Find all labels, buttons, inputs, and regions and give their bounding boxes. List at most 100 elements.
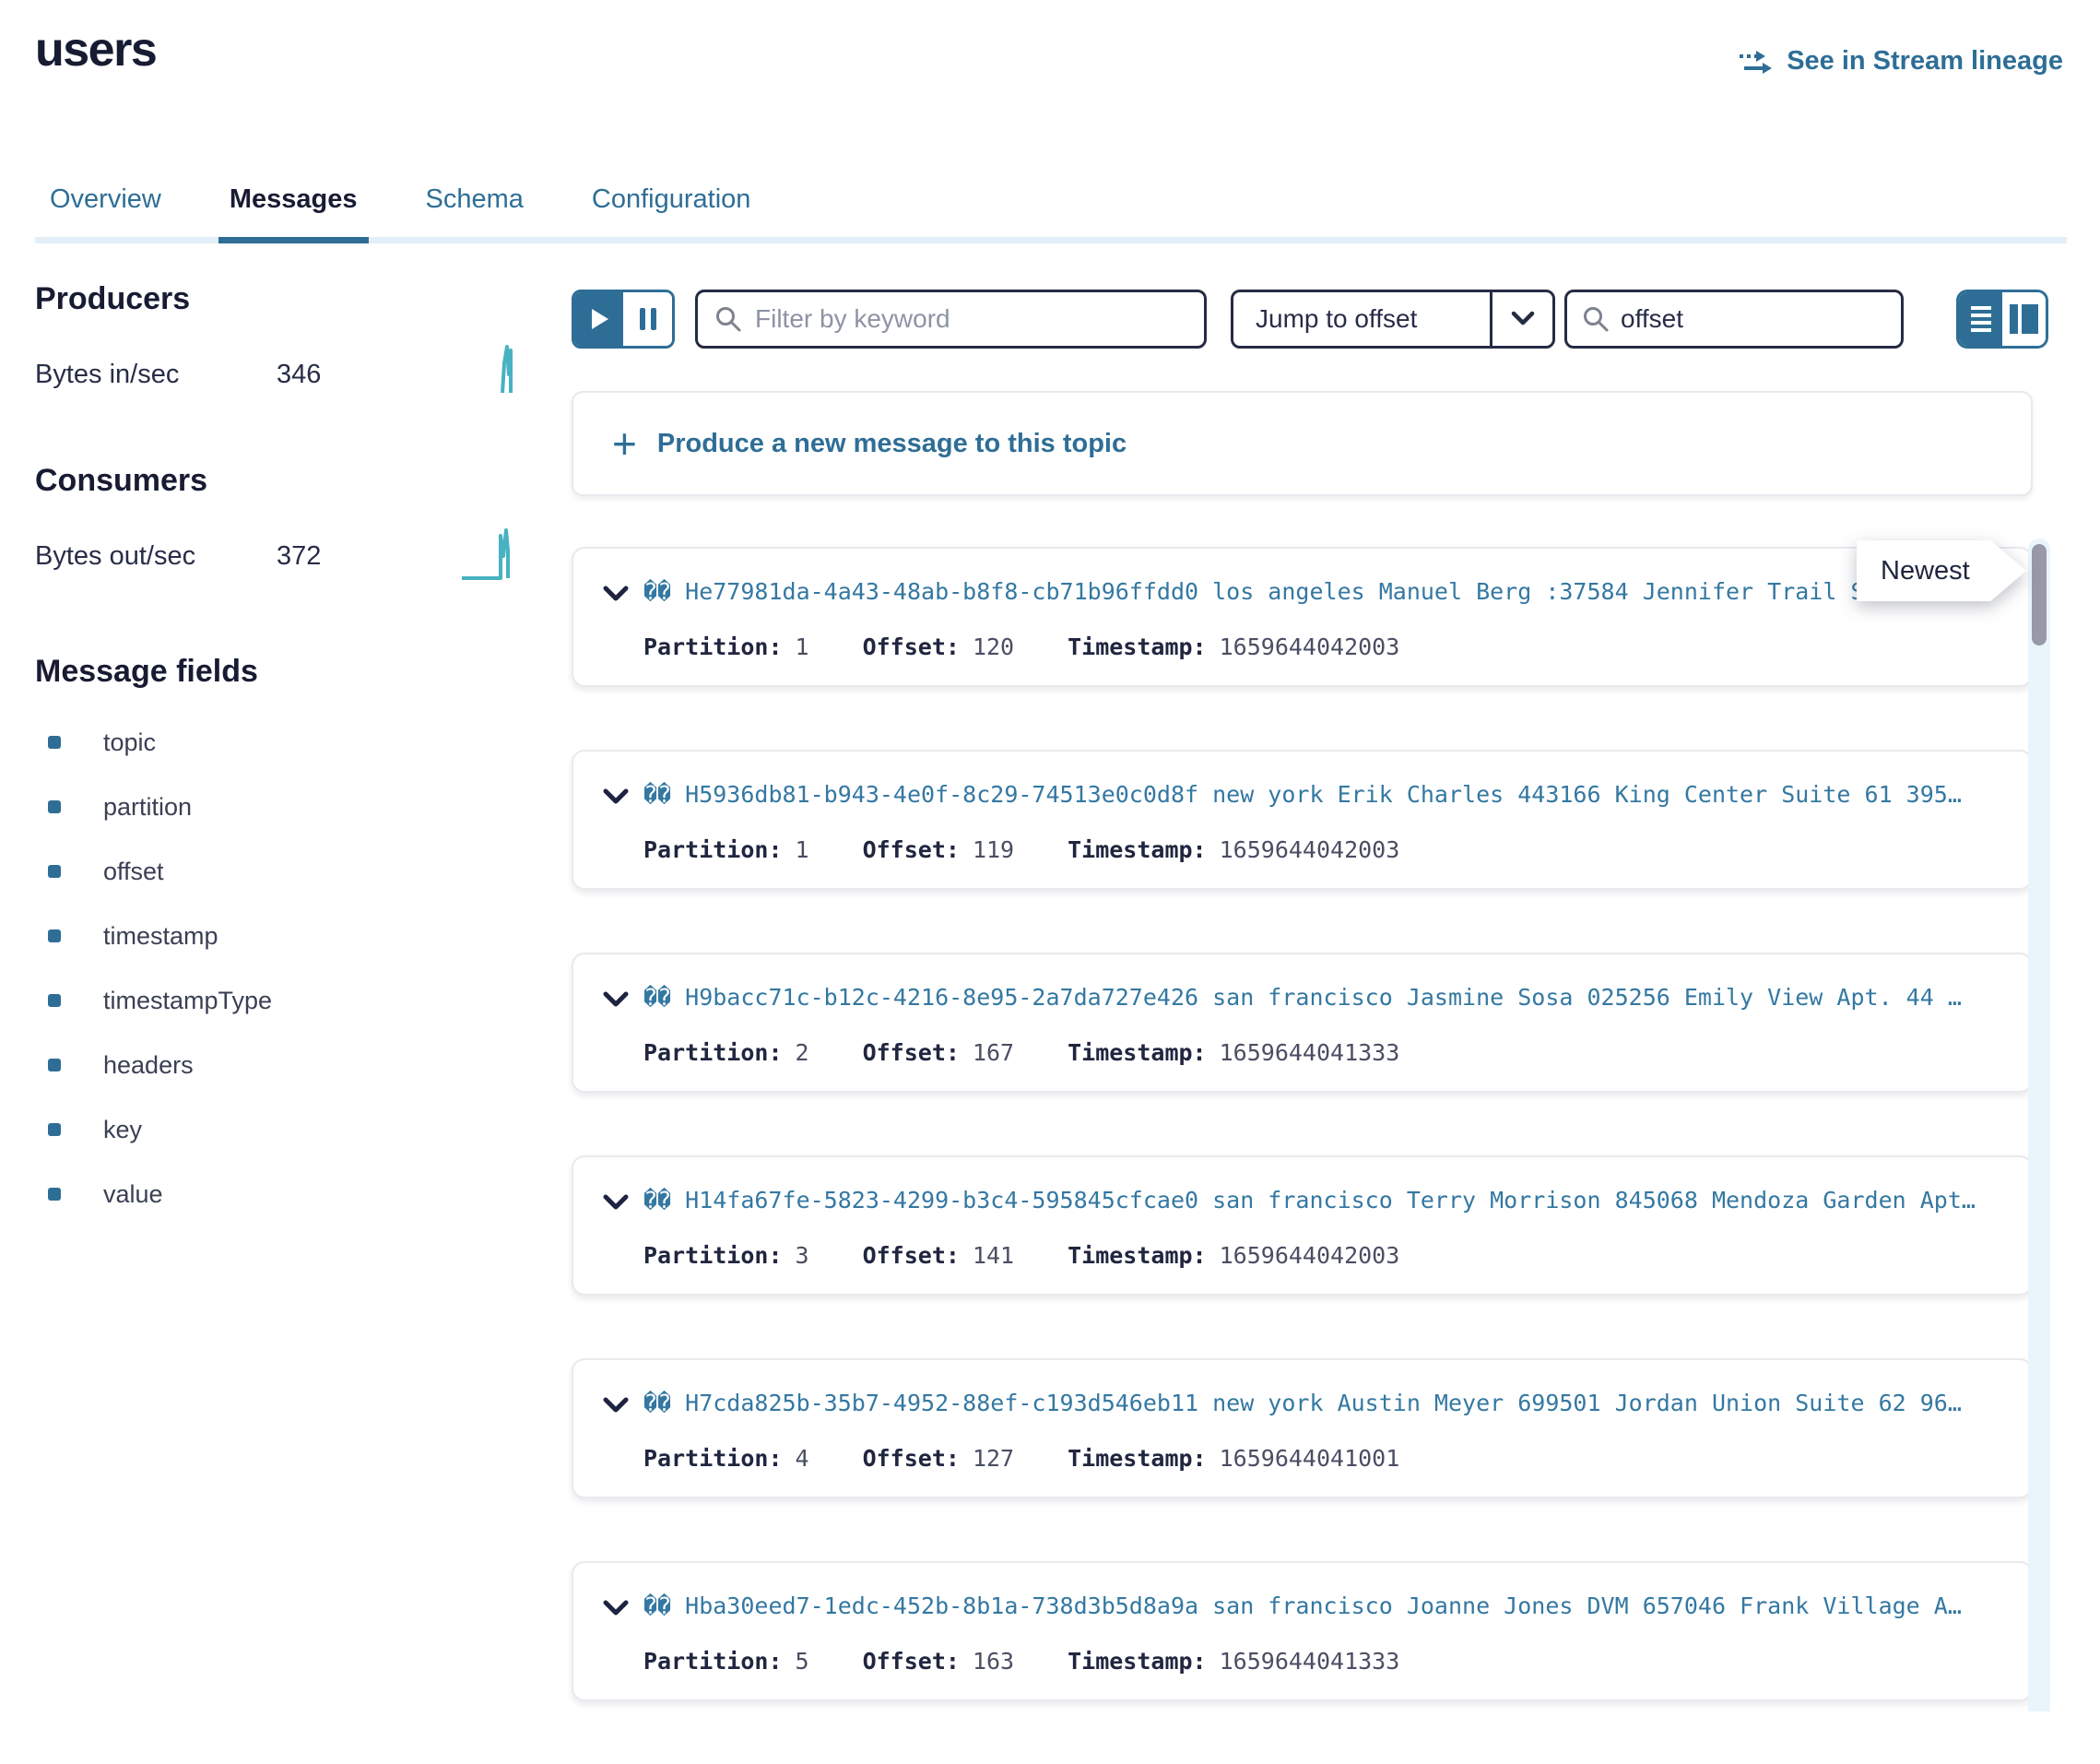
offset-value: 167 bbox=[973, 1039, 1014, 1066]
expand-chevron-icon[interactable] bbox=[603, 1194, 629, 1211]
message-row[interactable]: �� H9bacc71c-b12c-4216-8e95-2a7da727e426… bbox=[572, 953, 2033, 1093]
timestamp-group: Timestamp: 1659644042003 bbox=[1068, 1242, 1399, 1269]
jump-to-offset-select[interactable]: Jump to offset bbox=[1231, 290, 1555, 349]
column-view-button[interactable] bbox=[2002, 292, 2046, 346]
keyword-filter-input[interactable] bbox=[755, 304, 1187, 334]
field-bullet-icon bbox=[48, 736, 61, 749]
partition-label: Partition: bbox=[643, 1242, 783, 1269]
consumers-sparkline-chart bbox=[460, 527, 521, 582]
bytes-in-value: 346 bbox=[277, 360, 321, 390]
plus-icon: + bbox=[612, 425, 637, 462]
field-label: offset bbox=[103, 858, 164, 886]
tab-overview[interactable]: Overview bbox=[50, 184, 161, 215]
message-field-item[interactable]: topic bbox=[35, 710, 521, 775]
play-button[interactable] bbox=[574, 292, 623, 346]
bytes-out-value: 372 bbox=[277, 541, 321, 572]
field-label: topic bbox=[103, 728, 156, 757]
lineage-arrows-icon bbox=[1739, 49, 1774, 75]
message-row[interactable]: �� Hba30eed7-1edc-452b-8b1a-738d3b5d8a9a… bbox=[572, 1561, 2033, 1701]
offset-group: Offset: 167 bbox=[863, 1039, 1015, 1066]
message-field-item[interactable]: partition bbox=[35, 775, 521, 839]
message-row[interactable]: �� He77981da-4a43-48ab-b8f8-cb71b96ffdd0… bbox=[572, 547, 2033, 687]
tab-configuration[interactable]: Configuration bbox=[592, 184, 751, 215]
field-bullet-icon bbox=[48, 1188, 61, 1201]
field-label: timestampType bbox=[103, 987, 272, 1015]
offset-value: 163 bbox=[973, 1648, 1014, 1675]
topic-messages-page: { "page_title": "users", "header": { "li… bbox=[0, 0, 2100, 1711]
expand-chevron-icon[interactable] bbox=[603, 788, 629, 805]
messages-toolbar: Jump to offset bbox=[572, 290, 2048, 349]
expand-chevron-icon[interactable] bbox=[603, 1600, 629, 1616]
offset-group: Offset: 163 bbox=[863, 1648, 1015, 1675]
search-icon bbox=[714, 305, 742, 333]
expand-chevron-icon[interactable] bbox=[603, 1397, 629, 1414]
partition-group: Partition: 4 bbox=[643, 1445, 809, 1472]
message-row[interactable]: �� H14fa67fe-5823-4299-b3c4-595845cfcae0… bbox=[572, 1155, 2033, 1296]
field-bullet-icon bbox=[48, 1059, 61, 1071]
message-field-item[interactable]: offset bbox=[35, 839, 521, 904]
expand-chevron-icon[interactable] bbox=[603, 586, 629, 602]
offset-group: Offset: 141 bbox=[863, 1242, 1015, 1269]
message-list-scrollbar[interactable] bbox=[2028, 539, 2050, 1711]
message-meta: Partition: 2 Offset: 167 Timestamp: 1659… bbox=[643, 1039, 1453, 1066]
message-meta: Partition: 3 Offset: 141 Timestamp: 1659… bbox=[643, 1242, 1453, 1269]
offset-value: 119 bbox=[973, 836, 1014, 863]
timestamp-value: 1659644041001 bbox=[1220, 1445, 1400, 1472]
timestamp-value: 1659644041333 bbox=[1220, 1039, 1400, 1066]
offset-search-input[interactable] bbox=[1621, 304, 1886, 334]
search-icon bbox=[1582, 305, 1610, 333]
partition-value: 4 bbox=[796, 1445, 809, 1472]
partition-group: Partition: 1 bbox=[643, 633, 809, 660]
offset-label: Offset: bbox=[863, 836, 960, 863]
partition-value: 3 bbox=[796, 1242, 809, 1269]
keyword-filter-field bbox=[695, 290, 1207, 349]
produce-message-button[interactable]: + Produce a new message to this topic bbox=[572, 391, 2033, 496]
message-field-item[interactable]: key bbox=[35, 1097, 521, 1162]
page-title: users bbox=[35, 22, 156, 77]
message-fields-list: topic partition offset timestamp timesta… bbox=[35, 710, 521, 1226]
offset-value: 141 bbox=[973, 1242, 1014, 1269]
partition-value: 1 bbox=[796, 633, 809, 660]
offset-group: Offset: 120 bbox=[863, 633, 1015, 660]
offset-value: 127 bbox=[973, 1445, 1014, 1472]
timestamp-group: Timestamp: 1659644041333 bbox=[1068, 1648, 1399, 1675]
stream-lineage-link[interactable]: See in Stream lineage bbox=[1739, 46, 2063, 77]
message-meta: Partition: 4 Offset: 127 Timestamp: 1659… bbox=[643, 1445, 1453, 1472]
offset-search-field bbox=[1564, 290, 1904, 349]
message-field-item[interactable]: timestampType bbox=[35, 968, 521, 1033]
offset-label: Offset: bbox=[863, 1242, 960, 1269]
message-row[interactable]: �� H7cda825b-35b7-4952-88ef-c193d546eb11… bbox=[572, 1358, 2033, 1498]
message-key-preview: �� H9bacc71c-b12c-4216-8e95-2a7da727e426… bbox=[643, 984, 2016, 1011]
message-list: �� He77981da-4a43-48ab-b8f8-cb71b96ffdd0… bbox=[572, 547, 2033, 1764]
tab-messages[interactable]: Messages bbox=[230, 184, 358, 215]
message-field-item[interactable]: headers bbox=[35, 1033, 521, 1097]
message-field-item[interactable]: timestamp bbox=[35, 904, 521, 968]
partition-group: Partition: 1 bbox=[643, 836, 809, 863]
tab-schema[interactable]: Schema bbox=[426, 184, 524, 215]
message-row[interactable]: �� H5936db81-b943-4e0f-8c29-74513e0c0d8f… bbox=[572, 750, 2033, 890]
pause-button[interactable] bbox=[623, 292, 672, 346]
field-bullet-icon bbox=[48, 865, 61, 878]
newest-tooltip: Newest bbox=[1857, 540, 2026, 601]
partition-label: Partition: bbox=[643, 633, 783, 660]
timestamp-value: 1659644042003 bbox=[1220, 633, 1400, 660]
partition-group: Partition: 3 bbox=[643, 1242, 809, 1269]
list-view-button[interactable] bbox=[1959, 292, 2002, 346]
message-field-item[interactable]: value bbox=[35, 1162, 521, 1226]
bytes-out-label: Bytes out/sec bbox=[35, 541, 195, 571]
message-fields-heading: Message fields bbox=[35, 654, 521, 690]
message-meta: Partition: 1 Offset: 120 Timestamp: 1659… bbox=[643, 633, 1453, 660]
expand-chevron-icon[interactable] bbox=[603, 991, 629, 1008]
offset-group: Offset: 127 bbox=[863, 1445, 1015, 1472]
offset-group: Offset: 119 bbox=[863, 836, 1015, 863]
offset-value: 120 bbox=[973, 633, 1014, 660]
message-key-preview: �� H14fa67fe-5823-4299-b3c4-595845cfcae0… bbox=[643, 1187, 2016, 1213]
message-meta: Partition: 5 Offset: 163 Timestamp: 1659… bbox=[643, 1648, 1453, 1675]
play-icon bbox=[592, 309, 608, 329]
partition-value: 2 bbox=[796, 1039, 809, 1066]
offset-label: Offset: bbox=[863, 633, 960, 660]
scrollbar-thumb[interactable] bbox=[2032, 544, 2047, 645]
message-key-preview: �� H5936db81-b943-4e0f-8c29-74513e0c0d8f… bbox=[643, 781, 2016, 808]
column-view-icon bbox=[2010, 304, 2018, 334]
offset-label: Offset: bbox=[863, 1039, 960, 1066]
